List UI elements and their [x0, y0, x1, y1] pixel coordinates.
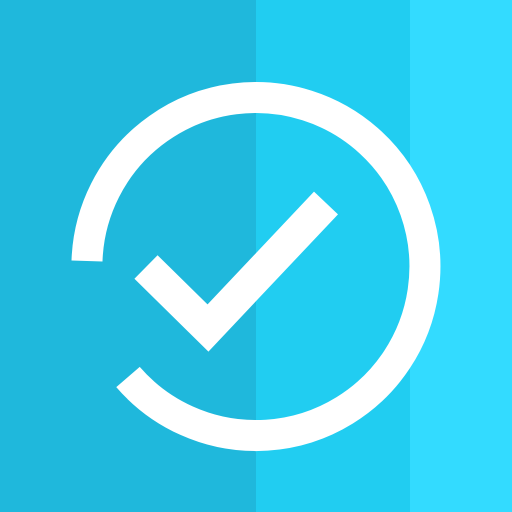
check-circle-icon — [71, 82, 441, 451]
app-icon — [0, 0, 512, 512]
checkmark-icon — [134, 191, 338, 352]
